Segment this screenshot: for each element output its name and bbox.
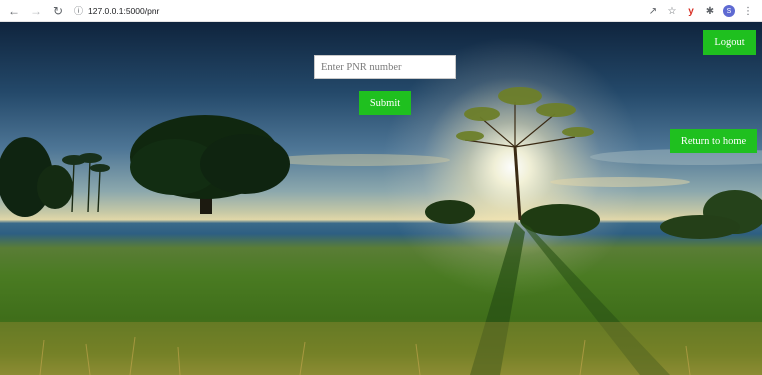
kebab-menu-icon[interactable]: ⋮ <box>740 3 756 19</box>
profile-avatar[interactable]: S <box>721 3 737 19</box>
forward-arrow-icon[interactable]: → <box>28 3 44 19</box>
puzzle-icon[interactable]: ✱ <box>702 3 718 19</box>
page-background: Submit Logout Return to home <box>0 22 762 375</box>
info-icon[interactable]: ⓘ <box>74 4 83 17</box>
logout-button[interactable]: Logout <box>703 30 756 55</box>
back-arrow-icon[interactable]: ← <box>6 3 22 19</box>
share-icon[interactable]: ↗ <box>645 3 661 19</box>
reload-icon[interactable]: ↻ <box>50 3 66 19</box>
submit-button[interactable]: Submit <box>359 91 411 115</box>
url-text: 127.0.0.1:5000/pnr <box>88 5 160 16</box>
return-home-button[interactable]: Return to home <box>670 129 757 153</box>
extension-shield-icon[interactable]: у <box>683 3 699 19</box>
avatar: S <box>723 5 735 17</box>
address-bar[interactable]: ⓘ 127.0.0.1:5000/pnr <box>74 4 159 17</box>
toolbar-actions: ↗ ☆ у ✱ S ⋮ <box>642 0 756 22</box>
pnr-input[interactable] <box>314 55 456 79</box>
star-icon[interactable]: ☆ <box>664 3 680 19</box>
browser-toolbar: ← → ↻ ⓘ 127.0.0.1:5000/pnr ↗ ☆ у ✱ S ⋮ <box>0 0 762 22</box>
